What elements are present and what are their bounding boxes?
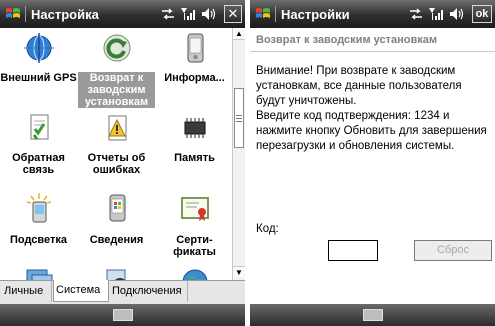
page-title: Возврат к заводским установкам bbox=[250, 28, 495, 52]
certificates-icon bbox=[181, 197, 209, 221]
windows-start-icon[interactable] bbox=[4, 5, 22, 23]
scroll-up-icon[interactable]: ▲ bbox=[233, 28, 245, 40]
factory-reset-screen: Настройки ok Возврат к заводским установ… bbox=[250, 0, 495, 326]
close-button[interactable]: ✕ bbox=[224, 5, 242, 23]
grid-item-device-info[interactable]: Информа... bbox=[156, 32, 232, 102]
scroll-down-icon[interactable]: ▼ bbox=[233, 266, 245, 278]
grid-item-label: Внешний GPS bbox=[0, 72, 77, 84]
grid-item-partial[interactable] bbox=[78, 266, 155, 280]
grid-item-error-reports[interactable]: Отчеты об ошибках bbox=[78, 112, 155, 182]
grid-item-label: Возврат к заводским установкам bbox=[78, 72, 155, 108]
grid-item-memory[interactable]: Память bbox=[156, 112, 232, 182]
grid-item-factory-reset[interactable]: Возврат к заводским установкам bbox=[78, 32, 155, 112]
reset-button[interactable]: Сброс bbox=[414, 240, 492, 261]
keyboard-icon[interactable] bbox=[363, 309, 383, 321]
search-device-icon bbox=[106, 269, 126, 280]
vertical-scrollbar[interactable]: ▲ ▼ bbox=[232, 28, 245, 280]
grid-item-label: Информа... bbox=[164, 72, 225, 84]
tab-system[interactable]: Система bbox=[53, 280, 109, 302]
grip-line bbox=[236, 121, 242, 122]
globe-gps-icon bbox=[24, 33, 54, 63]
grid-item-external-gps[interactable]: Внешний GPS bbox=[0, 32, 77, 102]
title-separator bbox=[275, 6, 276, 22]
settings-system-screen: Настройка ✕ Внешний GPS Возврат к заводс… bbox=[0, 0, 245, 326]
grid-item-certificates[interactable]: Серти-фикаты bbox=[156, 192, 232, 262]
soft-key-bar bbox=[250, 304, 495, 326]
confirmation-code-input[interactable] bbox=[328, 240, 378, 261]
grid-item-feedback[interactable]: Обратная связь bbox=[0, 112, 77, 182]
grid-item-partial[interactable] bbox=[156, 266, 232, 280]
memory-chip-icon bbox=[184, 118, 206, 138]
settings-tabs: Личные Система Подключения bbox=[0, 280, 245, 304]
grid-item-label: Сведения bbox=[89, 234, 144, 246]
grid-item-partial[interactable] bbox=[0, 266, 77, 280]
grid-item-label: Подсветка bbox=[9, 234, 68, 246]
grid-item-backlight[interactable]: Подсветка bbox=[0, 192, 77, 252]
reset-arrow-icon bbox=[103, 34, 131, 62]
warning-message: Внимание! При возврате к заводским устан… bbox=[256, 64, 491, 154]
scroll-thumb[interactable] bbox=[234, 88, 244, 148]
about-device-icon bbox=[109, 194, 126, 222]
grid-item-about[interactable]: Сведения bbox=[78, 192, 155, 252]
settings-icon-grid: Внешний GPS Возврат к заводским установк… bbox=[0, 28, 232, 280]
instruction-text: Введите код подтверждения: 1234 и нажмит… bbox=[256, 110, 487, 152]
keyboard-icon[interactable] bbox=[113, 309, 133, 321]
grid-item-label: Отчеты об ошибках bbox=[87, 152, 146, 176]
ok-button[interactable]: ok bbox=[472, 5, 492, 23]
connectivity-arrows-icon[interactable] bbox=[160, 6, 176, 22]
volume-icon[interactable] bbox=[448, 6, 464, 22]
feedback-icon bbox=[30, 114, 49, 140]
error-report-icon bbox=[108, 115, 127, 141]
grid-item-label: Серти-фикаты bbox=[173, 234, 216, 258]
globe-network-icon bbox=[182, 269, 208, 280]
grid-item-label: Память bbox=[174, 152, 215, 164]
grid-item-label: Обратная связь bbox=[12, 152, 65, 176]
signal-strength-icon[interactable] bbox=[428, 6, 444, 22]
window-title: Настройка bbox=[31, 7, 99, 22]
grip-line bbox=[236, 118, 242, 119]
soft-key-bar bbox=[0, 304, 245, 326]
windows-start-icon[interactable] bbox=[254, 5, 272, 23]
title-bar: Настройки ok bbox=[250, 0, 495, 28]
window-title: Настройки bbox=[281, 7, 350, 22]
tab-personal[interactable]: Личные bbox=[2, 281, 52, 302]
tab-connections[interactable]: Подключения bbox=[110, 281, 188, 302]
windows-stack-icon bbox=[26, 269, 53, 280]
volume-icon[interactable] bbox=[200, 6, 216, 22]
grip-line bbox=[236, 115, 242, 116]
signal-strength-icon[interactable] bbox=[180, 6, 196, 22]
title-separator bbox=[25, 6, 26, 22]
warning-text: Внимание! При возврате к заводским устан… bbox=[256, 65, 462, 107]
code-label: Код: bbox=[256, 223, 279, 235]
connectivity-arrows-icon[interactable] bbox=[408, 6, 424, 22]
device-info-icon bbox=[187, 33, 204, 63]
title-bar: Настройка ✕ bbox=[0, 0, 245, 28]
backlight-icon bbox=[26, 193, 52, 223]
